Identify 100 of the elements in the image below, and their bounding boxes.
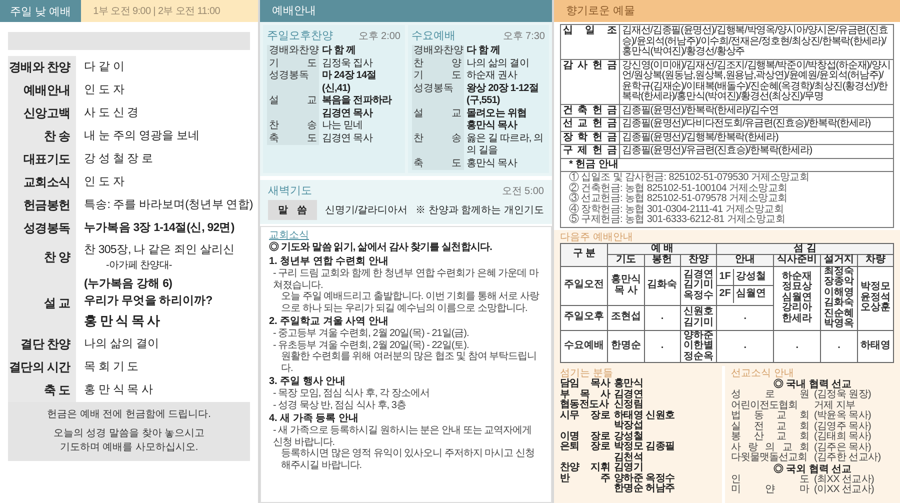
mission-place: 인 도	[731, 474, 809, 484]
servant-names: 김영기	[614, 463, 644, 473]
offering-names: 강신영(이미애)/김재선/김조지/김행복/박준이/박창섭(하순재)/양시언/원상복(원동남,원상복,원용남,곽상연)/윤예원/윤외석(허남주)/윤학규(김재순)/이태복(배돌수)/진순혜(옥경학)/최상진(황경선)/한복락(한세라)/홍만식(박여진)/황경선(최상진)/무명	[620, 59, 894, 104]
row-value: 몰려오는 위협	[466, 108, 528, 120]
table-cell: 홍만식 목 사	[608, 266, 644, 306]
table-header: 설거지	[820, 254, 858, 266]
mission-person: (박윤옥 목사)	[814, 411, 872, 422]
panel-title: 선교소식 안내	[731, 368, 795, 379]
table-cell: 김경연 김기미 옥정수	[680, 266, 717, 306]
table-cell: 한명순	[608, 330, 644, 362]
service-time: 오전 5:00	[502, 185, 544, 198]
offering-label: 감 사 헌 금	[560, 59, 620, 104]
row-value: 홍만식 목사	[466, 158, 518, 170]
section-title: 주일 낮 예배	[0, 0, 82, 22]
row-value: 나는 믿네	[322, 120, 364, 132]
offering-names: 김종필(윤명선)/다비다전도회/유금련(진효승)/한복락(한세라)	[620, 118, 894, 131]
servant-names: 한명순 허남주	[614, 484, 676, 494]
order-label: 찬 양	[8, 240, 76, 274]
news-text: - 구리 드림 교회와 함께 한 청년부 연합 수련회가 은혜 가운데 마쳐졌습니다.	[272, 268, 540, 291]
order-value: 다 같 이	[84, 60, 124, 75]
news-heading: 3. 주일 행사 안내	[269, 376, 347, 388]
order-label: 성경봉독	[8, 217, 76, 240]
news-text: 원활한 수련회를 위해 여러분의 많은 협조 및 참여 부탁드립니다.	[280, 351, 538, 374]
mission-place: 어린이전도협회	[731, 400, 798, 410]
news-text: - 중고등부 겨울 수련회, 2월 20일(목) - 21일(금).	[272, 328, 470, 340]
account-line: ⑤ 구제헌금: 농협 301-6333-6212-81 거제소망교회	[569, 215, 786, 226]
table-cell: .	[716, 330, 774, 362]
notice-text: 기도하며 예배를 사모하십시오.	[58, 441, 200, 455]
row-label: 설 교	[412, 108, 464, 120]
table-header: 찬양	[680, 254, 717, 266]
mission-place: 다윗물맷돌선교회	[731, 453, 808, 464]
row-label: 말 씀	[268, 200, 317, 220]
servant-names: 양하준 옥정수	[614, 474, 676, 484]
row-value: 김경연 목사	[322, 108, 374, 120]
row-value: 다 함 께	[466, 45, 502, 58]
table-cell: .	[644, 330, 680, 362]
row-value: 신명기/갈라디아서	[324, 204, 408, 217]
service-times: 1부 오전 9:00 | 2부 오전 11:00	[93, 5, 220, 18]
mission-person: (최XX 선교사)	[814, 474, 874, 484]
notice-text: 오늘의 성경 말씀을 찾아 놓으시고	[52, 427, 206, 441]
table-cell: 주일오전	[560, 266, 608, 306]
service-title: 새벽기도	[268, 184, 312, 198]
mission-place: 성 로 원	[731, 390, 809, 400]
servant-role: 부 목 사	[560, 390, 610, 400]
service-title: 주일오후찬양	[267, 29, 333, 43]
servant-names: 강성철	[614, 432, 644, 442]
mission-heading: ◎ 국외 협력 선교	[772, 464, 853, 474]
service-time: 오후 7:30	[502, 30, 545, 43]
row-label: 기 도	[412, 70, 464, 82]
order-label: 결단의 시간	[8, 356, 76, 379]
row-label: 찬 양	[412, 58, 464, 70]
service-title: 수요예배	[412, 29, 456, 43]
order-value: 내 눈 주의 영광을 보네	[84, 129, 200, 144]
servant-names: 박정모 김종필	[614, 442, 676, 452]
servant-role: 협동전도사	[560, 400, 610, 410]
order-label: 신앙고백	[8, 102, 76, 125]
table-cell: 주일오후	[560, 305, 608, 330]
row-label: 성경봉독	[412, 82, 464, 108]
news-text: - 목장 모임, 점심 식사 후, 각 장소에서	[272, 388, 430, 400]
servant-names: 김천석	[614, 452, 644, 462]
servant-names: 하태영 신원호	[614, 410, 676, 420]
offering-names: 김종필(윤명선)/한복락(한세라)/김수연	[620, 104, 894, 118]
table-header: 차량	[857, 254, 894, 266]
news-text: - 유초등부 겨울 수련회, 2월 20일(목) - 22일(토).	[272, 340, 470, 351]
row-value: 복음을 전파하라	[322, 95, 393, 108]
order-label: 대표기도	[8, 148, 76, 171]
table-cell: 조현섭	[608, 305, 644, 330]
order-label: 예배안내	[8, 79, 76, 102]
mission-person: (김주한 선교사)	[814, 453, 881, 464]
news-text: - 새 가족으로 등록하시길 원하시는 분은 안내 또는 교역자에게 신청 바랍니다.	[272, 425, 533, 448]
row-label: 축 도	[412, 158, 464, 170]
mission-place: 봉 산 교 회	[731, 432, 809, 442]
mission-place: 사 랑 의 교 회	[731, 442, 809, 452]
row-value: 하순재 권사	[466, 70, 518, 82]
table-cell: 최정숙 장종악 이해영 김화숙 진순혜 박영옥	[820, 266, 858, 330]
table-cell: .	[644, 305, 680, 330]
mission-person: (김영주 목사)	[814, 422, 872, 432]
mission-person: (김정욱 원장)	[814, 390, 872, 400]
news-heading: 2. 주일학교 겨울 사역 안내	[269, 316, 390, 328]
offering-label: 선 교 헌 금	[560, 118, 620, 131]
order-value: 누가복음 3장 1-14절(신, 92면)	[84, 221, 234, 236]
row-value: 김경연 목사	[322, 132, 374, 145]
order-value: 홍 만 식 목 사	[84, 312, 161, 330]
section-title: 향기로운 예물	[566, 4, 636, 18]
notice-text: 헌금은 예배 전에 헌금함에 드립니다.	[46, 408, 212, 422]
row-value: 다 함 께	[322, 45, 357, 58]
mission-person: (김태희 목사)	[814, 432, 872, 442]
account-line: ③ 선교헌금: 농협 825102-51-079578 거제소망교회	[569, 194, 788, 204]
order-label: 찬 송	[8, 125, 76, 148]
order-value: 찬 305장, 나 같은 죄인 살리신	[84, 243, 235, 258]
order-value: 특송: 주를 바라보며(청년부 연합)	[84, 198, 250, 213]
row-label: 성경봉독	[267, 70, 319, 95]
offering-names: 김재선/김종필(윤명선)/김행복/박영옥/양시아/양시온/유금련(진효승)/윤외석(허남주)/이수희/전재은/정호현/최상진/한복락(한세라)/홍만식(박여진)/황경선/황상주	[620, 24, 894, 59]
order-value: 홍 만 식 목 사	[84, 383, 154, 398]
table-cell-text: 심월연	[734, 289, 767, 300]
order-label: 경배와 찬양	[8, 56, 76, 79]
row-label: 경배와찬양	[267, 45, 319, 58]
panel-title: 섬기는 분들	[560, 368, 614, 379]
table-header: 섬 김	[716, 243, 894, 254]
table-cell: 김화숙	[644, 266, 680, 306]
